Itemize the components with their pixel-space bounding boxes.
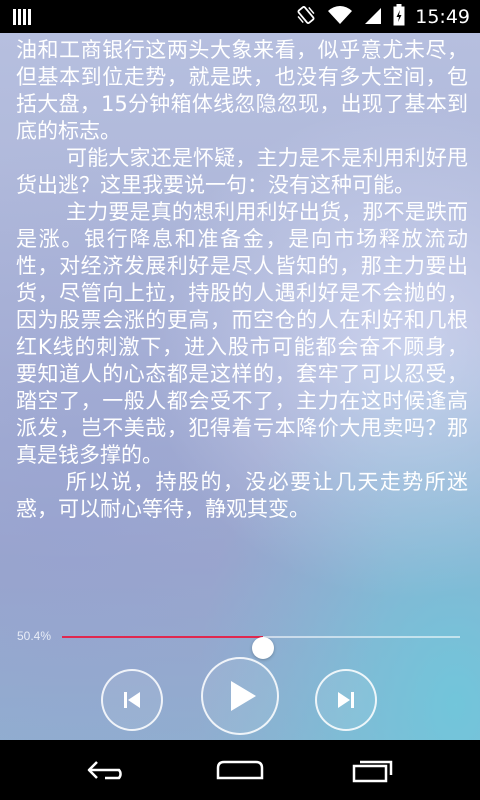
status-bar: 15:49: [0, 0, 480, 33]
play-button[interactable]: [201, 657, 279, 735]
battery-icon: [393, 3, 405, 30]
clock: 15:49: [415, 5, 470, 28]
recent-apps-button[interactable]: [313, 740, 433, 800]
signal-bars-icon: [12, 8, 32, 30]
navigation-bar: [0, 740, 480, 800]
progress-row: 50.4%: [0, 625, 480, 659]
article-paragraph: 可能大家还是怀疑，主力是不是利用利好甩货出逃？这里我要说一句：没有这种可能。: [16, 146, 468, 197]
next-button[interactable]: [315, 669, 377, 731]
progress-thumb[interactable]: [251, 637, 274, 659]
article-paragraph: 油和工商银行这两头大象来看，似乎意尤未尽，但基本到位走势，就是跌，也没有多大空间…: [16, 38, 468, 143]
article-text[interactable]: 油和工商银行这两头大象来看，似乎意尤未尽，但基本到位走势，就是跌，也没有多大空间…: [16, 37, 468, 523]
home-button[interactable]: [180, 740, 300, 800]
cell-signal-icon: [363, 5, 383, 29]
progress-track[interactable]: [62, 636, 460, 659]
reader-content: 油和工商银行这两头大象来看，似乎意尤未尽，但基本到位走势，就是跌，也没有多大空间…: [0, 33, 480, 740]
article-paragraph: 主力要是真的想利用利好出货，那不是跌而是涨。银行降息和准备金，是向市场释放流动性…: [16, 200, 468, 467]
wifi-icon: [327, 5, 353, 29]
vibrate-icon: [295, 4, 317, 30]
previous-button[interactable]: [101, 669, 163, 731]
progress-fill: [62, 636, 263, 638]
progress-percent: 50.4%: [17, 629, 52, 643]
article-paragraph: 所以说，持股的，没必要让几天走势所迷惑，可以耐心等待，静观其变。: [16, 470, 468, 521]
back-button[interactable]: [47, 740, 167, 800]
